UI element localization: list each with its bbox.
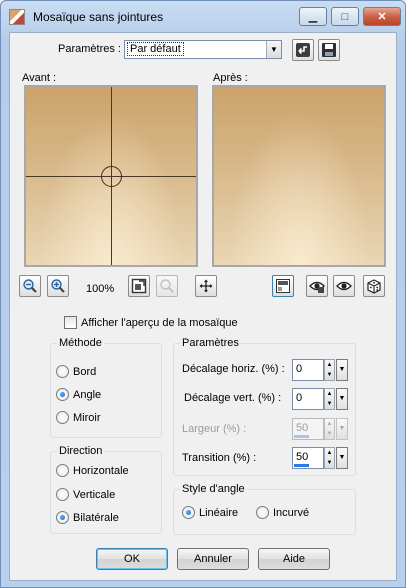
chevron-down-icon[interactable]: ▼ — [336, 359, 348, 381]
settings-group-title: Paramètres — [180, 337, 241, 349]
option-label: Horizontale — [73, 464, 129, 477]
corner-style-option-linear[interactable]: Linéaire — [182, 506, 238, 519]
minimize-button[interactable]: ▁ — [299, 7, 327, 26]
dialog-client-area: Paramètres : Par défaut ▼ Avant : Après … — [9, 32, 397, 581]
tile-preview-checkbox[interactable] — [64, 316, 77, 329]
horizontal-offset-input[interactable]: 0 — [292, 359, 324, 381]
radio-button[interactable] — [56, 511, 69, 524]
radio-button[interactable] — [56, 365, 69, 378]
horizontal-offset-label: Décalage horiz. (%) : — [182, 363, 285, 375]
vertical-offset-label: Décalage vert. (%) : — [184, 392, 282, 404]
transition-label: Transition (%) : — [182, 452, 257, 464]
crosshair-icon[interactable] — [101, 166, 122, 187]
title-bar[interactable]: Mosaïque sans jointures ▁ □ ✕ — [1, 1, 405, 31]
pan-button[interactable] — [195, 275, 217, 297]
option-label: Incurvé — [273, 506, 310, 519]
presets-selected-value: Par défaut — [127, 42, 184, 56]
before-preview-image[interactable] — [24, 85, 198, 267]
corner-style-group-title: Style d'angle — [180, 483, 247, 495]
vertical-offset-spinner[interactable]: 0 ▲ ▼ ▼ — [292, 388, 348, 410]
zoom-out-button[interactable] — [19, 275, 41, 297]
chevron-down-icon[interactable]: ▼ — [266, 41, 281, 58]
fit-to-window-icon — [131, 278, 147, 294]
option-label: Bilatérale — [73, 511, 119, 524]
cancel-button[interactable]: Annuler — [177, 548, 249, 570]
proof-preview-button[interactable] — [306, 275, 328, 297]
width-label: Largeur (%) : — [182, 423, 247, 435]
radio-button[interactable] — [56, 464, 69, 477]
zoom-in-icon — [51, 279, 65, 293]
split-preview-button[interactable] — [272, 275, 294, 297]
move-arrows-icon — [199, 279, 213, 293]
app-icon — [9, 9, 25, 25]
method-option-corner[interactable]: Angle — [56, 388, 101, 401]
option-label: Miroir — [73, 411, 101, 424]
method-option-mirror[interactable]: Miroir — [56, 411, 101, 424]
after-preview-label: Après : — [213, 72, 248, 84]
before-preview-label: Avant : — [22, 72, 57, 84]
maximize-button[interactable]: □ — [331, 7, 359, 26]
dialog-window: Mosaïque sans jointures ▁ □ ✕ Paramètres… — [0, 0, 406, 588]
floppy-disk-icon — [322, 43, 336, 57]
width-spinner: 50 ▲ ▼ ▼ — [292, 418, 348, 440]
spin-up-down-arrows[interactable]: ▲ ▼ — [324, 359, 335, 381]
after-preview-image — [212, 85, 386, 267]
zoom-in-button[interactable] — [47, 275, 69, 297]
spin-up-down-arrows: ▲ ▼ — [324, 418, 335, 440]
direction-option-vertical[interactable]: Verticale — [56, 488, 115, 501]
eye-lock-icon — [309, 281, 325, 293]
tile-preview-label: Afficher l'aperçu de la mosaïque — [81, 316, 238, 329]
corner-style-option-curved[interactable]: Incurvé — [256, 506, 309, 519]
randomize-button[interactable] — [363, 275, 385, 297]
spin-up-down-arrows[interactable]: ▲ ▼ — [324, 447, 335, 469]
transition-input[interactable]: 50 — [292, 447, 324, 469]
radio-button[interactable] — [182, 506, 195, 519]
corner-style-group: Style d'angle Linéaire Incurvé — [173, 483, 356, 535]
chevron-down-icon: ▼ — [336, 418, 348, 440]
transition-spinner[interactable]: 50 ▲ ▼ ▼ — [292, 447, 348, 469]
radio-button[interactable] — [256, 506, 269, 519]
direction-group-title: Direction — [57, 445, 105, 457]
spin-up-down-arrows[interactable]: ▲ ▼ — [324, 388, 335, 410]
option-label: Verticale — [73, 488, 116, 501]
undo-arrow-icon — [296, 43, 310, 57]
preview-layout-icon — [276, 279, 290, 293]
zoom-actual-size-button[interactable] — [156, 275, 178, 297]
radio-button[interactable] — [56, 488, 69, 501]
presets-label: Paramètres : — [58, 43, 121, 55]
reset-preset-button[interactable] — [292, 39, 314, 61]
toggle-preview-button[interactable] — [333, 275, 355, 297]
save-preset-button[interactable] — [318, 39, 340, 61]
settings-group: Paramètres Décalage horiz. (%) : 0 ▲ ▼ ▼ … — [173, 337, 356, 476]
option-label: Linéaire — [199, 506, 239, 519]
radio-button[interactable] — [56, 411, 69, 424]
direction-option-horizontal[interactable]: Horizontale — [56, 464, 129, 477]
direction-option-bilateral[interactable]: Bilatérale — [56, 511, 119, 524]
tile-preview-option[interactable]: Afficher l'aperçu de la mosaïque — [64, 316, 238, 329]
option-label: Bord — [73, 365, 97, 378]
chevron-down-icon[interactable]: ▼ — [336, 447, 348, 469]
dice-icon — [367, 279, 381, 294]
help-button[interactable]: Aide — [258, 548, 330, 570]
direction-group: Direction Horizontale Verticale Bilatéra… — [50, 445, 162, 534]
zoom-fit-button[interactable] — [128, 275, 150, 297]
method-group: Méthode Bord Angle Miroir — [50, 337, 162, 438]
width-input: 50 — [292, 418, 324, 440]
radio-button[interactable] — [56, 388, 69, 401]
horizontal-offset-spinner[interactable]: 0 ▲ ▼ ▼ — [292, 359, 348, 381]
zoom-out-icon — [23, 279, 37, 293]
option-label: Angle — [73, 388, 102, 401]
method-group-title: Méthode — [57, 337, 104, 349]
zoom-100-icon — [160, 279, 174, 293]
window-title: Mosaïque sans jointures — [33, 10, 164, 24]
close-button[interactable]: ✕ — [363, 7, 401, 26]
zoom-level: 100% — [86, 283, 115, 295]
eye-icon — [336, 281, 352, 291]
vertical-offset-input[interactable]: 0 — [292, 388, 324, 410]
presets-dropdown[interactable]: Par défaut ▼ — [124, 40, 282, 59]
chevron-down-icon[interactable]: ▼ — [336, 388, 348, 410]
method-option-edge[interactable]: Bord — [56, 365, 96, 378]
ok-button[interactable]: OK — [96, 548, 168, 570]
